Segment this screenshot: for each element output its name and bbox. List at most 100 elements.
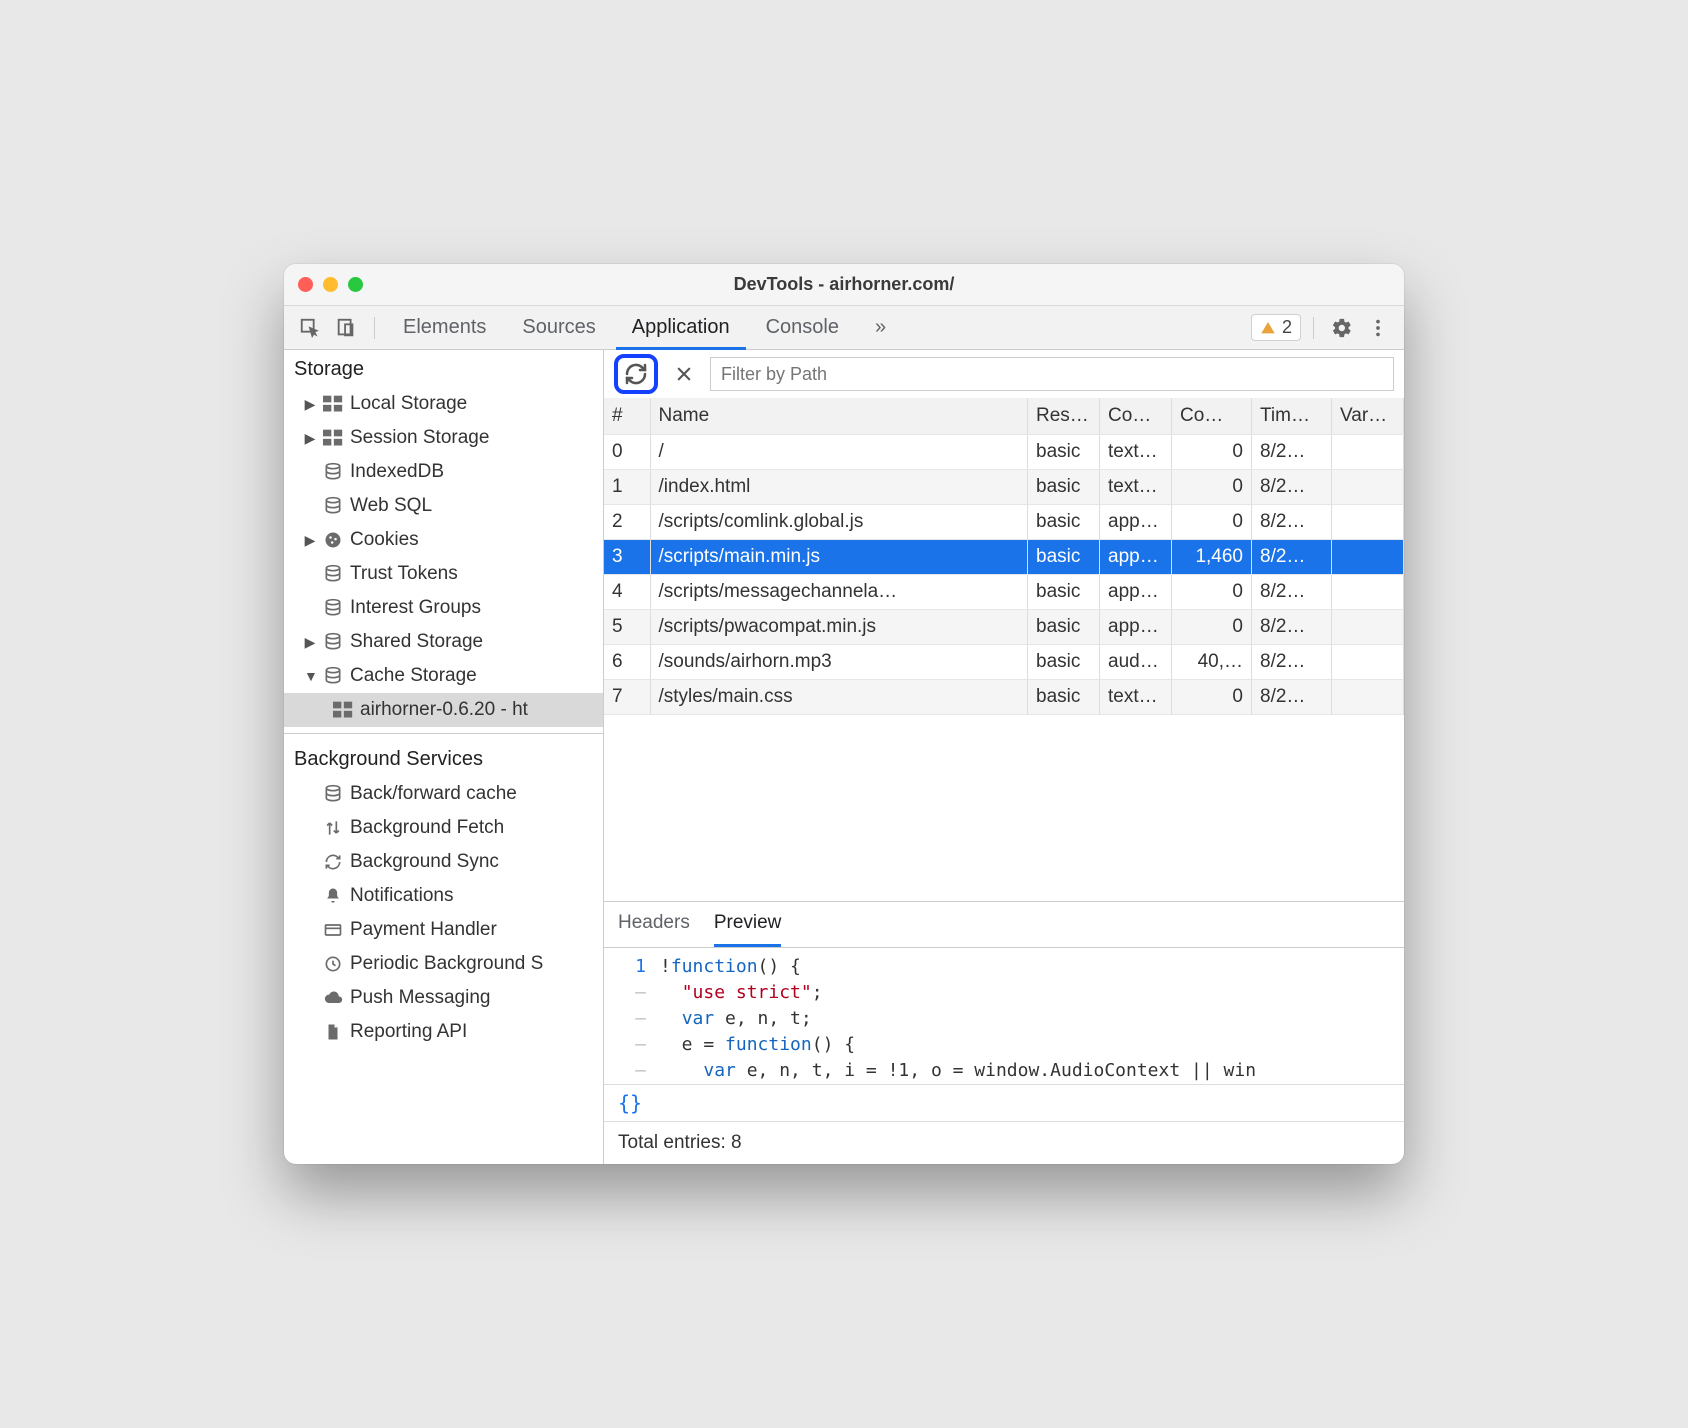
inspect-element-icon[interactable] [294,312,326,344]
tab-preview[interactable]: Preview [714,912,782,947]
sidebar-item-local-storage[interactable]: ▶Local Storage [284,387,603,421]
file-icon [322,1022,344,1042]
cache-storage-panel: # Name Res… Co… Co… Tim… Var… 0/basictex… [604,350,1404,1164]
sidebar-item-notifications[interactable]: Notifications [284,879,603,913]
pretty-print-button[interactable]: {} [604,1084,1404,1122]
expand-arrow-icon: ▶ [304,634,316,651]
sidebar-item-reporting-api[interactable]: Reporting API [284,1015,603,1049]
expand-arrow-icon: ▼ [304,668,316,684]
db-icon [322,632,344,652]
settings-gear-icon[interactable] [1326,312,1358,344]
window-title: DevTools - airhorner.com/ [284,274,1404,295]
sidebar-item-label: Background Sync [350,851,499,873]
grid-icon [322,395,344,413]
cloud-icon [322,988,344,1008]
sidebar-item-label: Background Fetch [350,817,504,839]
col-response[interactable]: Res… [1028,398,1100,434]
sidebar-item-label: airhorner-0.6.20 - ht [360,699,528,721]
tab-application[interactable]: Application [616,306,746,350]
cookie-icon [322,530,344,550]
sidebar-item-label: Reporting API [350,1021,467,1043]
bell-icon [322,886,344,906]
col-content-length[interactable]: Co… [1172,398,1252,434]
clear-icon[interactable] [668,358,700,390]
db-icon [322,496,344,516]
db-icon [322,784,344,804]
table-row[interactable]: 4/scripts/messagechannela…basicapp…08/2… [604,574,1404,609]
code-line: 1!function() { [604,954,1404,980]
sidebar-item-label: Web SQL [350,495,432,517]
sidebar-item-periodic-background-sync[interactable]: Periodic Background S [284,947,603,981]
cache-entry-airhorner[interactable]: airhorner-0.6.20 - ht [284,693,603,727]
col-content-type[interactable]: Co… [1100,398,1172,434]
sidebar-item-label: Interest Groups [350,597,481,619]
minimize-window-button[interactable] [323,277,338,292]
tab-headers[interactable]: Headers [618,912,690,947]
table-row[interactable]: 0/basictext…08/2… [604,434,1404,469]
zoom-window-button[interactable] [348,277,363,292]
traffic-lights [298,277,363,292]
sidebar-item-shared-storage[interactable]: ▶ Shared Storage [284,625,603,659]
table-row[interactable]: 7/styles/main.cssbasictext…08/2… [604,679,1404,714]
sidebar-item-label: Local Storage [350,393,467,415]
table-row[interactable]: 6/sounds/airhorn.mp3basicaud…40,…8/2… [604,644,1404,679]
sidebar-item-label: Cache Storage [350,665,477,687]
code-line: – var e, n, t; [604,1006,1404,1032]
table-row[interactable]: 1/index.htmlbasictext…08/2… [604,469,1404,504]
sync-icon [322,852,344,872]
status-total-entries: Total entries: 8 [604,1122,1404,1164]
sidebar-item-background-fetch[interactable]: Background Fetch [284,811,603,845]
updown-icon [322,818,344,838]
sidebar-item-interest-groups[interactable]: Interest Groups [284,591,603,625]
col-name[interactable]: Name [650,398,1028,434]
issues-warning-pill[interactable]: 2 [1251,314,1301,341]
table-header-row: # Name Res… Co… Co… Tim… Var… [604,398,1404,434]
sidebar-item-back-forward-cache[interactable]: Back/forward cache [284,777,603,811]
sidebar-item-cookies[interactable]: ▶Cookies [284,523,603,557]
code-line: – "use strict"; [604,980,1404,1006]
tab-console[interactable]: Console [750,306,855,350]
sidebar-item-label: Payment Handler [350,919,497,941]
grid-icon [322,429,344,447]
preview-tabs: Headers Preview [604,902,1404,948]
sidebar-item-session-storage[interactable]: ▶ Session Storage [284,421,603,455]
application-sidebar: Storage ▶Local Storage▶Session StorageIn… [284,350,604,1164]
refresh-button-highlight [614,354,658,394]
sidebar-item-label: Shared Storage [350,631,483,653]
tab-elements[interactable]: Elements [387,306,502,350]
sidebar-item-label: Session Storage [350,427,489,449]
sidebar-item-label: Cookies [350,529,419,551]
db-icon [322,564,344,584]
col-index[interactable]: # [604,398,650,434]
col-time[interactable]: Tim… [1252,398,1332,434]
code-line: – e = function() { [604,1032,1404,1058]
tab-sources[interactable]: Sources [506,306,611,350]
close-window-button[interactable] [298,277,313,292]
cache-toolbar [604,350,1404,398]
code-line: – var e, n, t, i = !1, o = window.AudioC… [604,1058,1404,1084]
more-menu-icon[interactable] [1362,312,1394,344]
table-row[interactable]: 3/scripts/main.min.jsbasicapp…1,4608/2… [604,539,1404,574]
filter-by-path-input[interactable] [710,357,1394,391]
sidebar-item-web-sql[interactable]: Web SQL [284,489,603,523]
tabs-overflow-button[interactable]: » [859,306,902,350]
sidebar-item-push-messaging[interactable]: Push Messaging [284,981,603,1015]
sidebar-item-payment-handler[interactable]: Payment Handler [284,913,603,947]
device-toolbar-icon[interactable] [330,312,362,344]
sidebar-item-label: Trust Tokens [350,563,458,585]
sidebar-item-label: Push Messaging [350,987,490,1009]
devtools-window: DevTools - airhorner.com/ ElementsSource… [284,264,1404,1164]
storage-section-title: Storage [284,350,603,387]
sidebar-item-cache-storage[interactable]: ▼ Cache Storage [284,659,603,693]
db-icon [322,462,344,482]
sidebar-item-trust-tokens[interactable]: Trust Tokens [284,557,603,591]
table-row[interactable]: 2/scripts/comlink.global.jsbasicapp…08/2… [604,504,1404,539]
refresh-icon[interactable] [624,362,648,386]
sidebar-item-label: Back/forward cache [350,783,517,805]
col-vary[interactable]: Var… [1332,398,1404,434]
db-icon [322,598,344,618]
table-row[interactable]: 5/scripts/pwacompat.min.jsbasicapp…08/2… [604,609,1404,644]
sidebar-item-indexeddb[interactable]: IndexedDB [284,455,603,489]
expand-arrow-icon: ▶ [304,430,316,447]
sidebar-item-background-sync[interactable]: Background Sync [284,845,603,879]
